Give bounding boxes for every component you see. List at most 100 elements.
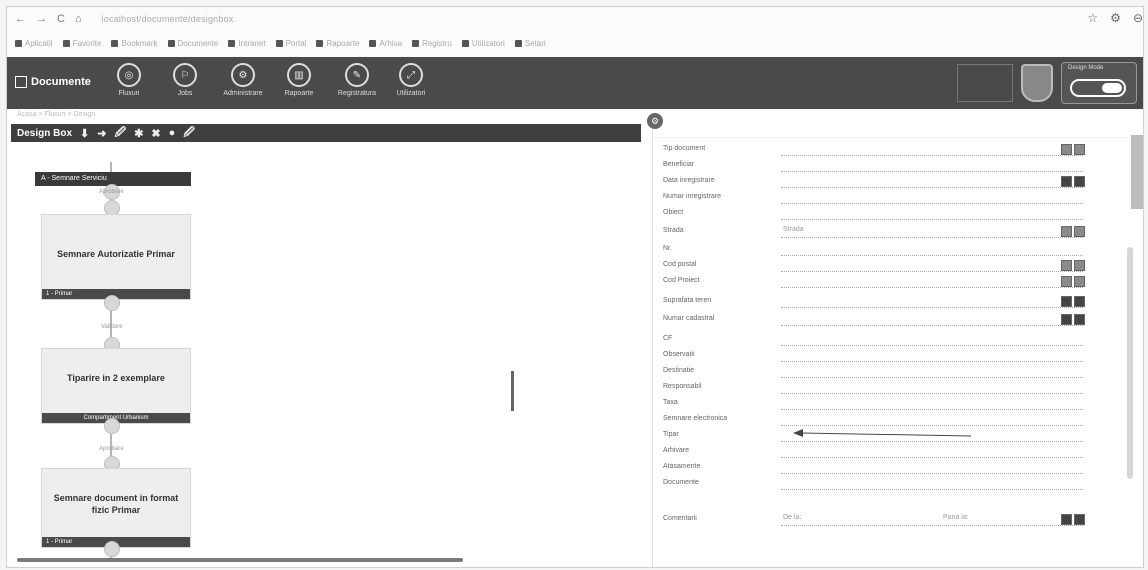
bookmark[interactable]: Utilizatori xyxy=(461,39,505,48)
address-bar[interactable]: localhost/documente/designbox xyxy=(102,14,234,24)
form-row: Observatii xyxy=(653,349,1133,363)
connector-node[interactable] xyxy=(104,418,120,434)
edit-icon[interactable]: 🖉 xyxy=(114,124,126,143)
crest-logo xyxy=(1021,64,1053,102)
text-field[interactable] xyxy=(781,441,1083,442)
row-actions[interactable] xyxy=(1061,296,1085,307)
pencil-icon[interactable]: 🖉 xyxy=(183,124,195,143)
card-title: Tiparire in 2 exemplare xyxy=(67,373,165,383)
download-icon[interactable]: ⬇ xyxy=(80,127,89,140)
text-field[interactable] xyxy=(781,361,1083,362)
bookmarks-bar: Aplicatii Favorite Bookmark Documente In… xyxy=(15,33,546,53)
profile-icon[interactable]: ⊖ xyxy=(1133,11,1143,25)
horizontal-scrollbar[interactable] xyxy=(17,558,463,562)
expand-icon: ⤢ xyxy=(399,63,423,87)
text-field[interactable] xyxy=(781,457,1083,458)
text-field[interactable] xyxy=(781,473,1083,474)
delete-icon[interactable]: ✖ xyxy=(151,127,160,140)
extensions-icon[interactable]: ⚙ xyxy=(1110,11,1121,25)
text-field[interactable] xyxy=(781,171,1083,172)
text-field[interactable] xyxy=(781,155,1083,156)
bookmark[interactable]: Bookmark xyxy=(111,39,158,48)
text-field[interactable] xyxy=(781,393,1083,394)
text-field[interactable] xyxy=(781,345,1083,346)
form-row: Beneficiar xyxy=(653,159,1133,173)
text-field[interactable] xyxy=(781,237,1083,238)
arrow-annotation xyxy=(793,429,972,437)
settings-icon[interactable]: ✱ xyxy=(134,127,143,140)
form-row: Obiect xyxy=(653,207,1133,221)
bookmark[interactable]: Aplicatii xyxy=(15,39,53,48)
settings-icon[interactable]: ⚙ xyxy=(647,113,663,129)
tool-rapoarte[interactable]: ▥ Rapoarte xyxy=(273,63,325,97)
chart-icon: ▥ xyxy=(287,63,311,87)
form-row: Numar cadastral xyxy=(653,313,1133,327)
tool-fluxuri[interactable]: ◎ Fluxuri xyxy=(103,63,155,97)
text-field[interactable] xyxy=(781,377,1083,378)
text-field[interactable] xyxy=(781,425,1083,426)
form-row-comments: Comentarii De la: Pana la: xyxy=(653,513,1133,527)
text-field[interactable] xyxy=(781,219,1083,220)
bookmark[interactable]: Favorite xyxy=(62,39,101,48)
row-actions[interactable] xyxy=(1061,260,1085,271)
connector-label: Validare xyxy=(101,324,123,330)
panel-header: ⚙ xyxy=(647,113,1143,138)
tool-registratura[interactable]: ✎ Registratura xyxy=(331,63,383,97)
form-row: Atasamente xyxy=(653,461,1133,475)
flow-card[interactable]: Semnare Autorizatie Primar 1 - Primar xyxy=(41,214,191,300)
text-field[interactable] xyxy=(781,307,1083,308)
back-icon[interactable]: ← xyxy=(15,13,26,25)
panel-resize-handle[interactable] xyxy=(511,371,514,411)
row-actions[interactable] xyxy=(1061,514,1085,525)
bookmark[interactable]: Portal xyxy=(275,39,306,48)
breadcrumb[interactable]: Acasa > Fluxuri > Design xyxy=(17,111,95,118)
text-field[interactable] xyxy=(781,409,1083,410)
row-actions[interactable] xyxy=(1061,144,1085,155)
tool-jobs[interactable]: ⚐ Jobs xyxy=(159,63,211,97)
text-field[interactable] xyxy=(781,255,1083,256)
bookmark[interactable]: Rapoarte xyxy=(316,39,359,48)
text-field[interactable] xyxy=(781,203,1083,204)
home-icon[interactable]: ⌂ xyxy=(75,13,82,25)
flow-canvas[interactable]: A - Semnare Serviciu Aprobare Semnare Au… xyxy=(11,142,641,562)
form-row: Documente xyxy=(653,477,1133,491)
form-row: Destinatie xyxy=(653,365,1133,379)
side-tab[interactable] xyxy=(1131,135,1143,209)
arrow-icon[interactable]: ➜ xyxy=(97,127,106,140)
flow-card[interactable]: Semnare document in format fizic Primar … xyxy=(41,468,191,548)
row-actions[interactable] xyxy=(1061,226,1085,237)
bookmark[interactable]: Registru xyxy=(412,39,452,48)
reload-icon[interactable]: C xyxy=(57,13,65,25)
tool-administrare[interactable]: ⚙ Administrare xyxy=(217,63,269,97)
text-field[interactable] xyxy=(781,325,1083,326)
bookmark[interactable]: Arhiva xyxy=(369,39,402,48)
bookmark-icon xyxy=(514,39,522,47)
card-title: Semnare Autorizatie Primar xyxy=(57,249,175,259)
text-field[interactable] xyxy=(781,287,1083,288)
text-field[interactable] xyxy=(781,271,1083,272)
vertical-scrollbar[interactable] xyxy=(1127,247,1133,479)
row-actions[interactable] xyxy=(1061,314,1085,325)
flow-card[interactable]: Tiparire in 2 exemplare Compartiment Urb… xyxy=(41,348,191,424)
node-icon[interactable]: ● xyxy=(169,127,176,139)
bookmark[interactable]: Documente xyxy=(167,39,218,48)
design-mode-toggle[interactable]: Design Mode xyxy=(1061,62,1137,104)
row-actions[interactable] xyxy=(1061,276,1085,287)
connector-label: Aprobare xyxy=(99,446,124,452)
forward-icon[interactable]: → xyxy=(36,13,47,25)
connector-node[interactable] xyxy=(104,541,120,557)
text-field[interactable] xyxy=(781,489,1083,490)
toggle-switch[interactable] xyxy=(1070,79,1126,97)
bookmark[interactable]: Intranet xyxy=(228,39,266,48)
bookmark[interactable]: Setari xyxy=(514,39,546,48)
text-field[interactable] xyxy=(781,187,1083,188)
app-brand[interactable]: Documente xyxy=(15,76,91,88)
flag-icon: ⚐ xyxy=(173,63,197,87)
star-icon[interactable]: ☆ xyxy=(1087,11,1098,25)
row-actions[interactable] xyxy=(1061,176,1085,187)
text-field[interactable] xyxy=(781,525,1083,526)
form-row: Semnare electronica xyxy=(653,413,1133,427)
form-row: Strada Strada xyxy=(653,225,1133,239)
tool-utilizatori[interactable]: ⤢ Utilizatori xyxy=(385,63,437,97)
connector-node[interactable] xyxy=(104,295,120,311)
